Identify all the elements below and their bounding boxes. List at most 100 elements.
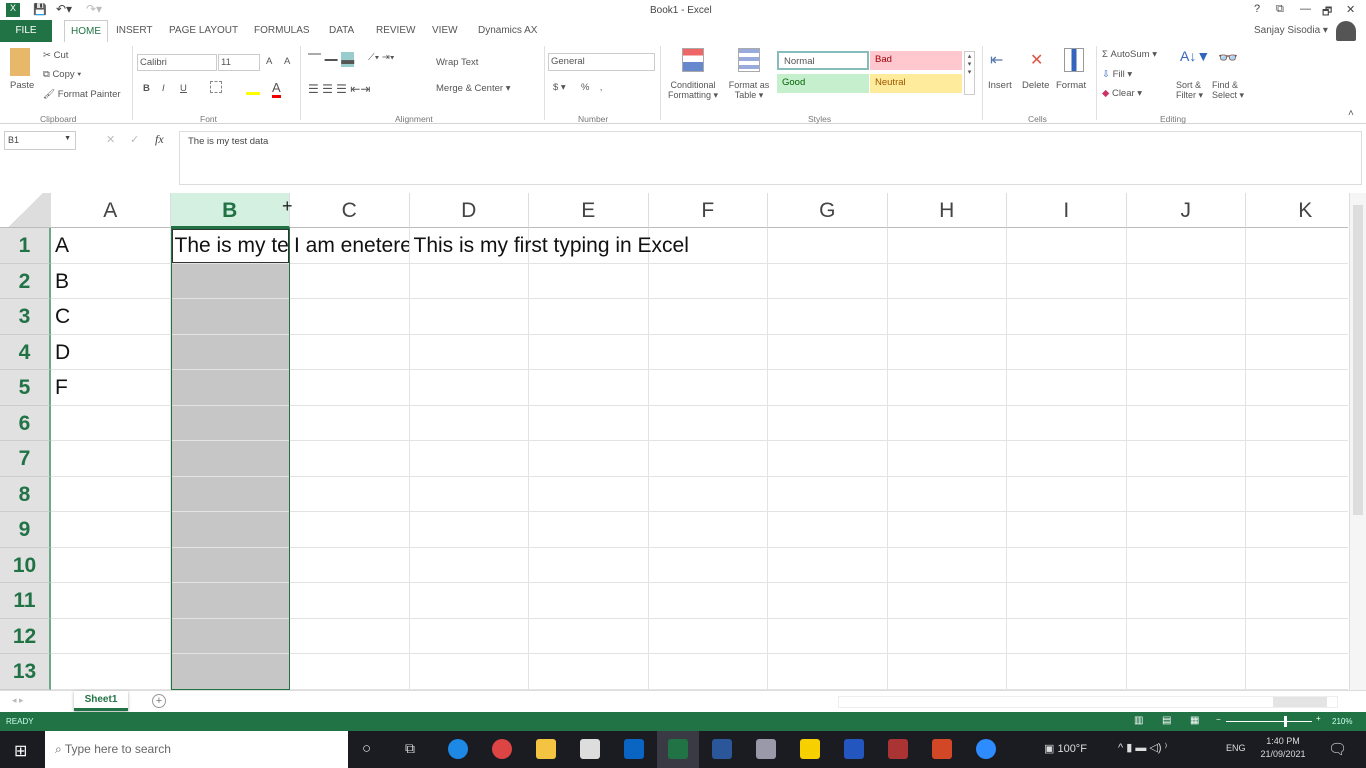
cell-i13[interactable] [1007,654,1127,690]
cell-k6[interactable] [1246,406,1348,441]
chrome-icon[interactable] [492,739,512,759]
cell-f8[interactable] [648,476,768,512]
cell-b10[interactable] [170,547,290,583]
cell-j5[interactable] [1126,370,1246,406]
cell-k8[interactable] [1246,477,1348,512]
cell-b11[interactable] [170,583,290,619]
cell-i5[interactable] [1007,370,1127,406]
column-header-d[interactable]: D [409,193,529,228]
zoom-slider[interactable] [1226,716,1312,727]
cell-h10[interactable] [887,547,1007,583]
cell-k10[interactable] [1246,548,1348,583]
cell-g2[interactable] [768,263,888,299]
cell-e10[interactable] [529,547,649,583]
currency-button[interactable]: $ ▾ [553,82,566,93]
cell-e3[interactable] [529,299,649,335]
row-header-13[interactable]: 13 [0,654,51,690]
conditional-formatting-icon[interactable] [682,48,704,72]
cell-f7[interactable] [648,441,768,477]
cell-g9[interactable] [768,512,888,548]
app-icon[interactable] [756,739,776,759]
add-sheet-button[interactable]: + [152,694,166,708]
tab-home[interactable]: HOME [64,20,108,42]
outlook-icon[interactable] [624,739,644,759]
avatar[interactable] [1336,21,1356,41]
cell-c11[interactable] [290,583,410,619]
cell-c4[interactable] [290,334,410,370]
column-header-e[interactable]: E [529,193,649,228]
font-size-select[interactable]: 11 [218,54,260,71]
cell-d10[interactable] [409,547,529,583]
minimize-icon[interactable]: — [1300,3,1311,15]
cell-d7[interactable] [409,441,529,477]
zoom-app-icon[interactable] [976,739,996,759]
borders-icon[interactable] [210,81,222,93]
cell-f10[interactable] [648,547,768,583]
tab-review[interactable]: REVIEW [376,25,415,36]
cell-d2[interactable] [409,263,529,299]
cell-c2[interactable] [290,263,410,299]
cell-h6[interactable] [887,405,1007,441]
cell-c9[interactable] [290,512,410,548]
cell-f12[interactable] [648,618,768,654]
cell-a7[interactable] [51,441,171,477]
cell-k2[interactable] [1246,264,1348,299]
cell-h13[interactable] [887,654,1007,690]
row-header-5[interactable]: 5 [0,370,51,406]
orientation-icon[interactable]: ⟋▾ ⇥▾ [368,52,395,63]
insert-cells-button[interactable]: Insert [988,80,1012,91]
cell-e9[interactable] [529,512,649,548]
cell-i11[interactable] [1007,583,1127,619]
cell-a6[interactable] [51,405,171,441]
column-header-i[interactable]: I [1007,193,1127,228]
cancel-icon[interactable]: ✕ [106,133,115,146]
cell-h3[interactable] [887,299,1007,335]
format-cells-button[interactable]: Format [1056,80,1086,91]
file-explorer-icon[interactable] [536,739,556,759]
edge-icon[interactable] [448,739,468,759]
cell-j10[interactable] [1126,547,1246,583]
cell-c7[interactable] [290,441,410,477]
font-color-button[interactable]: A [272,80,281,98]
cortana-icon[interactable]: ○ [362,740,371,757]
format-cells-icon[interactable] [1064,48,1084,72]
tab-view[interactable]: VIEW [432,25,458,36]
page-layout-view-icon[interactable]: ▤ [1162,715,1171,726]
grow-font-button[interactable]: A [266,56,272,67]
format-as-table-icon[interactable] [738,48,760,72]
column-header-g[interactable]: G [768,193,888,228]
insert-cells-icon[interactable]: ⇤ [990,50,1003,70]
access-icon[interactable] [888,739,908,759]
style-bad[interactable]: Bad [870,51,962,70]
cell-k4[interactable] [1246,335,1348,370]
conditional-formatting-button[interactable]: Conditional Formatting ▾ [664,80,722,101]
cell-a5[interactable]: F [51,370,171,406]
cell-k12[interactable] [1246,619,1348,654]
cell-a9[interactable] [51,512,171,548]
cell-i1[interactable] [1007,228,1127,264]
cell-a2[interactable]: B [51,263,171,299]
row-header-10[interactable]: 10 [0,547,51,583]
cell-b1[interactable]: The is my test data [170,228,290,264]
collapse-ribbon-icon[interactable]: ˄ [1348,108,1354,119]
styles-scroll-button[interactable]: ▴ ▾ ▾ [964,51,975,95]
cell-h11[interactable] [887,583,1007,619]
cell-b13[interactable] [170,654,290,690]
cell-j12[interactable] [1126,618,1246,654]
cell-g3[interactable] [768,299,888,335]
cell-h2[interactable] [887,263,1007,299]
cell-k11[interactable] [1246,583,1348,619]
row-header-8[interactable]: 8 [0,476,51,512]
webex-icon[interactable] [844,739,864,759]
format-as-table-button[interactable]: Format as Table ▾ [723,80,775,101]
number-format-select[interactable]: General [548,53,655,71]
find-select-button[interactable]: Find & Select ▾ [1212,80,1250,101]
format-painter-button[interactable]: 🖌 Format Painter [43,89,121,100]
scrollbar-thumb[interactable] [1353,205,1363,515]
cell-h12[interactable] [887,618,1007,654]
cell-g12[interactable] [768,618,888,654]
cell-c12[interactable] [290,618,410,654]
style-good[interactable]: Good [777,74,869,93]
paste-button[interactable]: Paste [10,80,34,91]
cell-b8[interactable] [170,476,290,512]
